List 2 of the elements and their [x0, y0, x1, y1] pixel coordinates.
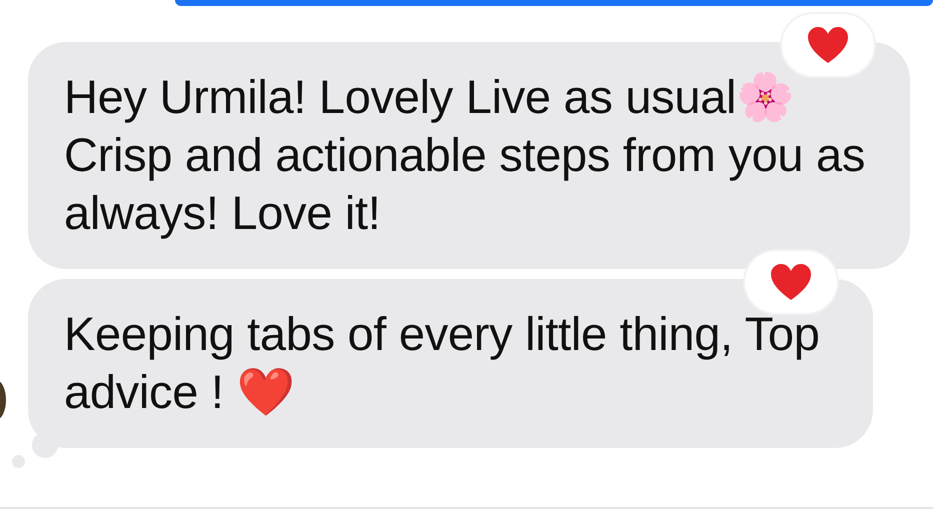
message-bubble: Hey Urmila! Lovely Live as usual🌸 Crisp and actionable steps from you as always! Love it!	[28, 42, 910, 269]
message-bubble: Keeping tabs of every little thing, Top advice ! ❤	[28, 279, 873, 448]
